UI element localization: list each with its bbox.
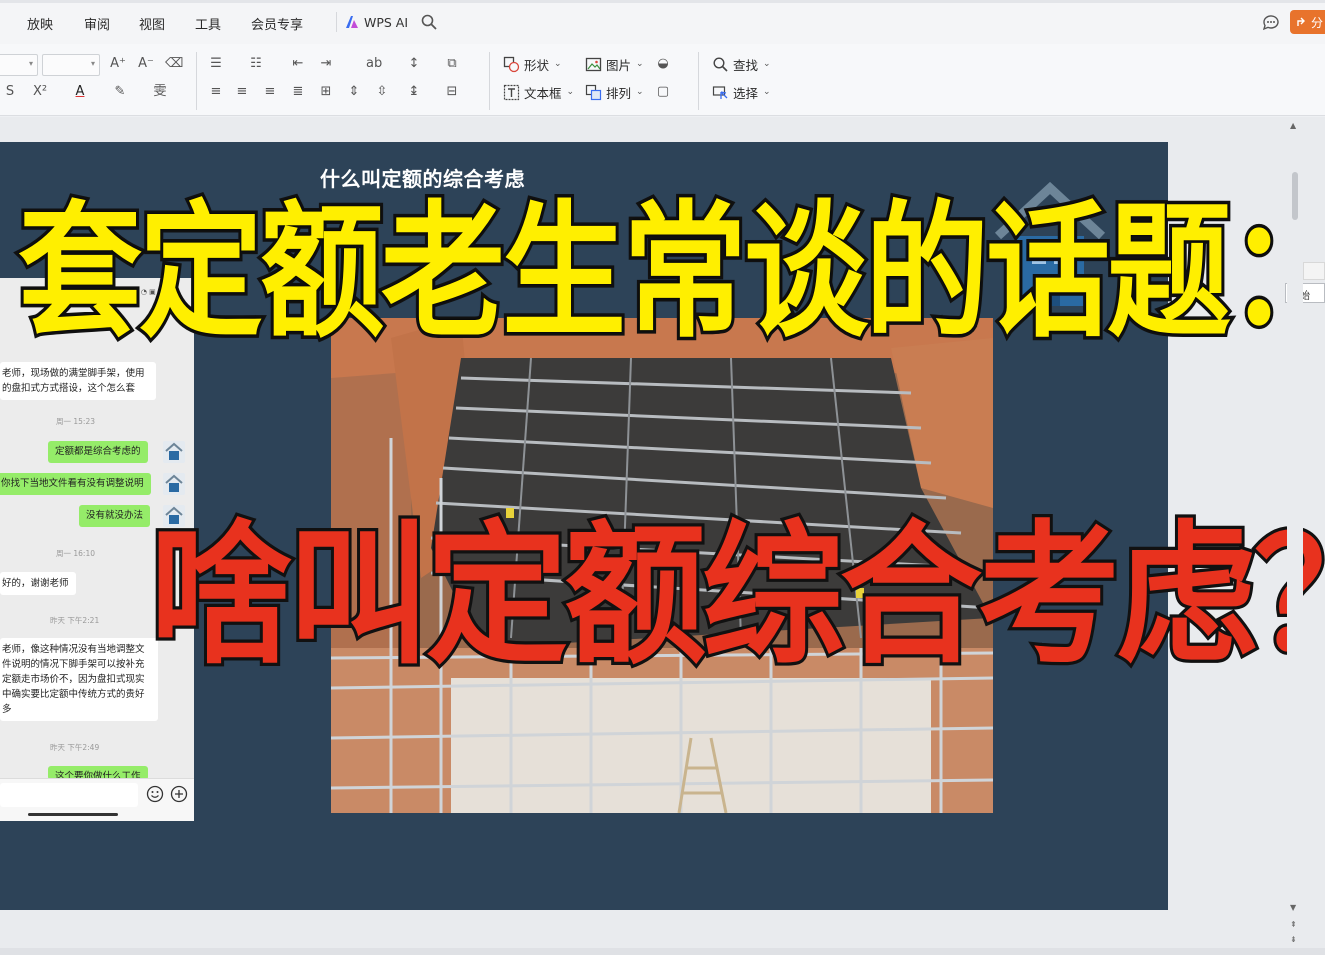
menu-view[interactable]: 视图 (139, 14, 165, 33)
avatar (163, 473, 185, 495)
align-center-icon[interactable]: ≡ (234, 84, 250, 100)
window-top-strip (0, 0, 1325, 3)
select-icon (712, 85, 728, 99)
increase-indent-icon[interactable]: ⇥ (318, 56, 334, 72)
wps-ai-label: WPS AI (364, 14, 409, 30)
menu-divider (336, 12, 337, 32)
chat-message-outgoing: 定额都是综合考虑的 (48, 441, 148, 463)
font-color-icon[interactable]: A (72, 84, 88, 100)
ribbon-divider (489, 52, 490, 110)
scroll-down-icon[interactable]: ▼ (1290, 903, 1296, 912)
font-shrink-icon[interactable]: A⁻ (138, 56, 154, 72)
chat-input-field[interactable] (0, 783, 138, 807)
share-button[interactable]: 分 (1290, 10, 1325, 34)
plus-icon[interactable] (170, 785, 188, 803)
chat-message-incoming: 老师，像这种情况没有当地调整文件说明的情况下脚手架可以按补充定额走市场价不，因为… (0, 638, 158, 721)
ribbon-divider (196, 52, 197, 110)
share-icon (1297, 17, 1305, 26)
menu-slideshow[interactable]: 放映 (27, 14, 53, 33)
comment-icon[interactable] (1262, 13, 1280, 31)
menu-tools[interactable]: 工具 (195, 14, 221, 33)
align-right-icon[interactable]: ≡ (262, 84, 278, 100)
fill-icon[interactable]: ◒ (655, 56, 671, 72)
outline-icon[interactable]: ▢ (655, 84, 671, 100)
font-name-dropdown[interactable]: ▾ (0, 54, 38, 76)
highlight-icon[interactable]: ✎ (112, 84, 128, 100)
sort-icon[interactable]: ↕ (406, 56, 422, 72)
columns-icon[interactable]: ⊟ (444, 84, 460, 100)
share-label: 分 (1311, 15, 1324, 30)
chat-message-outgoing: 没有就没办法 (79, 505, 151, 527)
font-grow-icon[interactable]: A⁺ (110, 56, 126, 72)
house-avatar-icon (165, 474, 183, 492)
next-page-icon[interactable]: ⇟ (1290, 935, 1297, 944)
paragraph-spacing-icon[interactable]: ⇳ (374, 84, 390, 100)
chat-message-outgoing: 你找下当地文件看有没有调整说明 (0, 473, 151, 495)
arrange-label: 排列 (606, 85, 632, 101)
wps-ai-icon (346, 16, 358, 28)
menu-member[interactable]: 会员专享 (251, 14, 303, 33)
justify-icon[interactable]: ≣ (290, 84, 306, 100)
ribbon-toolbar: ▾ ▾ A⁺ A⁻ ⌫ S X² A ✎ 雯 ☰ ☷ ⇤ ⇥ ab ↕ ⧉ ≡ … (0, 44, 1325, 116)
align-left-icon[interactable]: ≡ (208, 84, 224, 100)
vertical-scrollbar[interactable]: ▲ ▼ ⇞ ⇟ (1287, 117, 1303, 947)
textbox-icon (503, 84, 520, 100)
shape-icon (503, 56, 520, 72)
search-icon[interactable] (420, 13, 438, 31)
arrange-button[interactable]: 排列 ⌄ (585, 81, 644, 103)
house-avatar-icon (165, 442, 183, 460)
scroll-thumb[interactable] (1292, 172, 1298, 220)
ribbon-divider (698, 52, 699, 110)
chat-message-incoming: 老师，现场做的满堂脚手架，使用的盘扣式方式搭设，这个怎么套 (0, 362, 156, 400)
line-spacing-icon[interactable]: ⇕ (346, 84, 362, 100)
font-size-dropdown[interactable]: ▾ (42, 54, 100, 76)
vertical-align-icon[interactable]: ↨ (406, 84, 422, 100)
picture-icon (585, 57, 602, 71)
picture-button[interactable]: 图片 ⌄ (585, 53, 644, 75)
arrange-icon (585, 84, 602, 100)
avatar (163, 441, 185, 463)
select-label: 选择 (733, 85, 759, 101)
headline-red: 啥叫定额综合考虑？ (147, 507, 1325, 686)
bullet-list-icon[interactable]: ☰ (208, 56, 224, 72)
textbox-button[interactable]: 文本框 ⌄ (503, 81, 574, 103)
chat-timestamp: 周一 16:10 (56, 549, 95, 558)
strikethrough-icon[interactable]: S (2, 84, 18, 100)
superscript-icon[interactable]: X² (32, 84, 48, 100)
shape-button[interactable]: 形状 ⌄ (503, 53, 562, 75)
chat-timestamp: 昨天 下午2:49 (50, 743, 100, 752)
find-icon (713, 56, 728, 72)
phonetic-icon[interactable]: 雯 (152, 84, 168, 100)
headline-yellow: 套定额老生常谈的话题： (15, 188, 1325, 359)
picture-label: 图片 (606, 57, 632, 73)
shape-label: 形状 (524, 57, 550, 73)
select-button[interactable]: 选择 ⌄ (712, 81, 771, 103)
chat-input-bar (0, 778, 194, 821)
wps-ai-button[interactable]: WPS AI (345, 12, 408, 32)
text-direction-icon[interactable]: ab (366, 56, 382, 72)
numbered-list-icon[interactable]: ☷ (248, 56, 264, 72)
clear-format-icon[interactable]: ⌫ (165, 56, 183, 72)
emoji-icon[interactable] (146, 785, 164, 803)
chat-timestamp: 周一 15:23 (56, 417, 95, 426)
home-indicator (28, 813, 118, 816)
chat-timestamp: 昨天 下午2:21 (50, 616, 100, 625)
scroll-up-icon[interactable]: ▲ (1290, 121, 1296, 130)
find-button[interactable]: 查找 ⌄ (712, 53, 771, 75)
horizontal-scrollbar[interactable] (0, 948, 1325, 955)
textbox-label: 文本框 (524, 85, 562, 101)
menu-review[interactable]: 审阅 (84, 14, 110, 33)
side-panel-tab[interactable] (1303, 262, 1325, 280)
chat-message-incoming: 好的，谢谢老师 (0, 572, 76, 595)
prev-page-icon[interactable]: ⇞ (1290, 920, 1297, 929)
distribute-icon[interactable]: ⊞ (318, 84, 334, 100)
decrease-indent-icon[interactable]: ⇤ (290, 56, 306, 72)
menu-bar: 放映 审阅 视图 工具 会员专享 WPS AI 分 (0, 0, 1325, 44)
convert-icon[interactable]: ⧉ (444, 56, 460, 72)
find-label: 查找 (733, 57, 759, 73)
